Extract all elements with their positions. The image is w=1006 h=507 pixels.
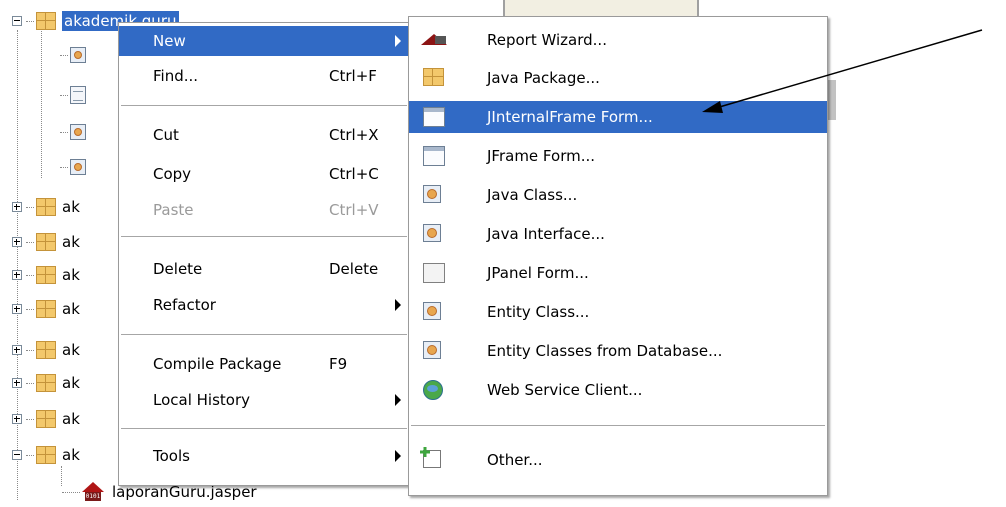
annotation-arrow-line	[715, 29, 983, 109]
annotation-arrow-head	[702, 101, 723, 113]
annotation-arrow	[702, 29, 983, 113]
